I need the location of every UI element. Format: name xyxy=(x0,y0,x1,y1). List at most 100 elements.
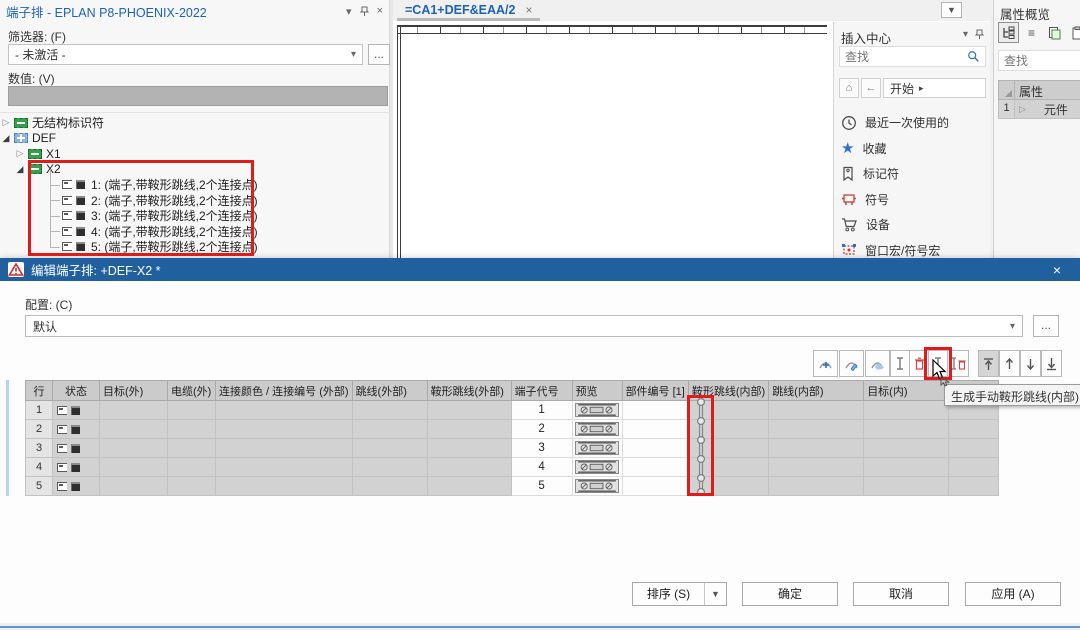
tree-view-icon[interactable] xyxy=(998,22,1019,43)
terminal-code-cell[interactable]: 1 xyxy=(511,401,572,420)
tree-item-x2[interactable]: ◢ X2 xyxy=(0,162,390,178)
tab-list-dropdown-icon[interactable]: ▼ xyxy=(941,2,962,18)
col-terminal-code[interactable]: 端子代号 xyxy=(511,381,572,401)
expander-expanded-icon[interactable]: ◢ xyxy=(0,133,12,144)
tab-close-icon[interactable]: × xyxy=(525,3,532,17)
tree-guide xyxy=(46,239,62,255)
tree-item-terminal-3[interactable]: 3: (端子,带鞍形跳线,2个连接点) xyxy=(0,208,390,224)
saddle-jumper-delete-button[interactable] xyxy=(865,350,890,377)
filter-combobox[interactable]: - 未激活 - ▾ xyxy=(8,44,363,65)
column-header-property[interactable]: 属性 xyxy=(1015,80,1080,100)
breadcrumb[interactable]: 开始 ▸ xyxy=(883,78,986,98)
dialog-close-icon[interactable]: × xyxy=(1042,262,1072,278)
generate-jumper-button[interactable] xyxy=(890,350,910,377)
move-down-button[interactable] xyxy=(1020,350,1041,377)
col-status[interactable]: 状态 xyxy=(53,381,100,401)
tree-item-terminal-5[interactable]: 5: (端子,带鞍形跳线,2个连接点) xyxy=(0,239,390,255)
insert-item-symbols[interactable]: 符号 xyxy=(841,187,988,213)
paste-icon[interactable] xyxy=(1067,22,1080,43)
move-to-bottom-button[interactable] xyxy=(1041,350,1062,377)
panel-close-icon[interactable]: × xyxy=(377,5,383,17)
tree-item-terminal-2[interactable]: 2: (端子,带鞍形跳线,2个连接点) xyxy=(0,193,390,209)
table-row[interactable]: 2 2 xyxy=(26,420,999,439)
list-view-icon[interactable]: ≡ xyxy=(1021,22,1042,43)
device-cube-icon xyxy=(76,242,85,251)
table-row[interactable]: 5 5 xyxy=(26,477,999,496)
part-number-cell[interactable] xyxy=(622,477,688,496)
part-number-cell[interactable] xyxy=(622,420,688,439)
part-number-cell[interactable] xyxy=(622,458,688,477)
col-jumper-ext[interactable]: 跳线(外部) xyxy=(352,381,427,401)
col-connection-color[interactable]: 连接颜色 / 连接编号 (外部) xyxy=(216,381,353,401)
delete-jumper-button[interactable] xyxy=(909,350,929,377)
apply-button[interactable]: 应用 (A) xyxy=(965,582,1061,606)
pin-icon[interactable] xyxy=(360,6,369,17)
copy-icon[interactable] xyxy=(1044,22,1065,43)
pin-icon[interactable] xyxy=(975,29,984,40)
expander-expanded-icon[interactable]: ◢ xyxy=(14,164,26,175)
back-icon[interactable]: ← xyxy=(861,78,881,98)
move-up-button[interactable] xyxy=(999,350,1020,377)
insert-item-favorites[interactable]: ★ 收藏 xyxy=(841,136,988,162)
value-field[interactable] xyxy=(8,86,388,106)
tree-item-def[interactable]: ◢ DEF xyxy=(0,131,390,147)
part-number-cell[interactable] xyxy=(622,439,688,458)
col-preview[interactable]: 预览 xyxy=(572,381,622,401)
table-row[interactable]: 1 1 xyxy=(26,401,999,420)
tree-guide xyxy=(46,224,62,240)
search-icon xyxy=(967,49,980,64)
tree-item-x1[interactable]: ▷ X1 xyxy=(0,146,390,162)
saddle-jumper-add-button[interactable] xyxy=(813,350,838,377)
macro-icon xyxy=(841,243,857,257)
move-to-top-button[interactable] xyxy=(978,350,999,377)
terminal-code-cell[interactable]: 3 xyxy=(511,439,572,458)
tree-guide xyxy=(46,193,62,209)
search-input[interactable] xyxy=(840,50,967,64)
part-number-cell[interactable] xyxy=(622,401,688,420)
home-icon[interactable]: ⌂ xyxy=(839,78,859,98)
device-cube-icon xyxy=(71,425,80,434)
properties-search[interactable] xyxy=(998,50,1080,71)
insert-center-search[interactable] xyxy=(839,46,986,67)
terminal-code-cell[interactable]: 2 xyxy=(511,420,572,439)
terminal-function-icon xyxy=(57,482,67,491)
filter-browse-button[interactable]: ... xyxy=(368,44,390,65)
panel-dropdown-icon[interactable]: ▾ xyxy=(963,29,968,40)
search-input[interactable] xyxy=(999,54,1080,68)
col-jumper-int[interactable]: 跳线(内部) xyxy=(769,381,864,401)
page-frame-left-border xyxy=(397,25,401,258)
cancel-button[interactable]: 取消 xyxy=(853,582,949,606)
saddle-jumper-edit-button[interactable] xyxy=(839,350,864,377)
col-row[interactable]: 行 xyxy=(26,381,53,401)
tree-item-terminal-1[interactable]: 1: (端子,带鞍形跳线,2个连接点) xyxy=(0,177,390,193)
warning-icon xyxy=(8,262,24,277)
config-browse-button[interactable]: ... xyxy=(1033,315,1059,337)
taskbar-edge[interactable] xyxy=(0,623,1080,630)
panel-dropdown-icon[interactable]: ▾ xyxy=(346,5,352,18)
terminal-code-cell[interactable]: 5 xyxy=(511,477,572,496)
col-target-ext[interactable]: 目标(外) xyxy=(100,381,168,401)
col-saddle-jumper-ext[interactable]: 鞍形跳线(外部) xyxy=(427,381,511,401)
expander-collapsed-icon[interactable]: ▷ xyxy=(1019,104,1026,115)
terminal-code-cell[interactable]: 4 xyxy=(511,458,572,477)
tree-item-unstructured[interactable]: ▷ 无结构标识符 xyxy=(0,115,390,131)
insert-item-recent[interactable]: 最近一次使用的 xyxy=(841,110,988,136)
sort-button[interactable]: 排序 (S) ▼ xyxy=(632,582,727,606)
chevron-down-icon[interactable]: ▼ xyxy=(704,583,726,605)
col-cable-ext[interactable]: 电缆(外) xyxy=(168,381,216,401)
tab-schematic-page[interactable]: =CA1+DEF&EAA/2 × xyxy=(397,1,540,21)
table-row[interactable]: 4 4 xyxy=(26,458,999,477)
tree-item-terminal-4[interactable]: 4: (端子,带鞍形跳线,2个连接点) xyxy=(0,224,390,240)
saddle-jumper-chain-icon xyxy=(689,397,713,497)
property-row-component[interactable]: 1 ▷ 元件 xyxy=(998,100,1080,119)
table-row[interactable]: 3 3 xyxy=(26,439,999,458)
table-corner-cell[interactable] xyxy=(998,80,1015,100)
expander-collapsed-icon[interactable]: ▷ xyxy=(0,117,12,128)
mouse-cursor xyxy=(928,359,952,387)
insert-item-devices[interactable]: 设备 xyxy=(841,212,988,238)
insert-item-markers[interactable]: 标记符 xyxy=(841,161,988,187)
ok-button[interactable]: 确定 xyxy=(742,582,838,606)
config-combobox[interactable]: 默认 ▾ xyxy=(25,315,1023,337)
expander-collapsed-icon[interactable]: ▷ xyxy=(14,148,26,159)
col-part-number[interactable]: 部件编号 [1] xyxy=(622,381,688,401)
